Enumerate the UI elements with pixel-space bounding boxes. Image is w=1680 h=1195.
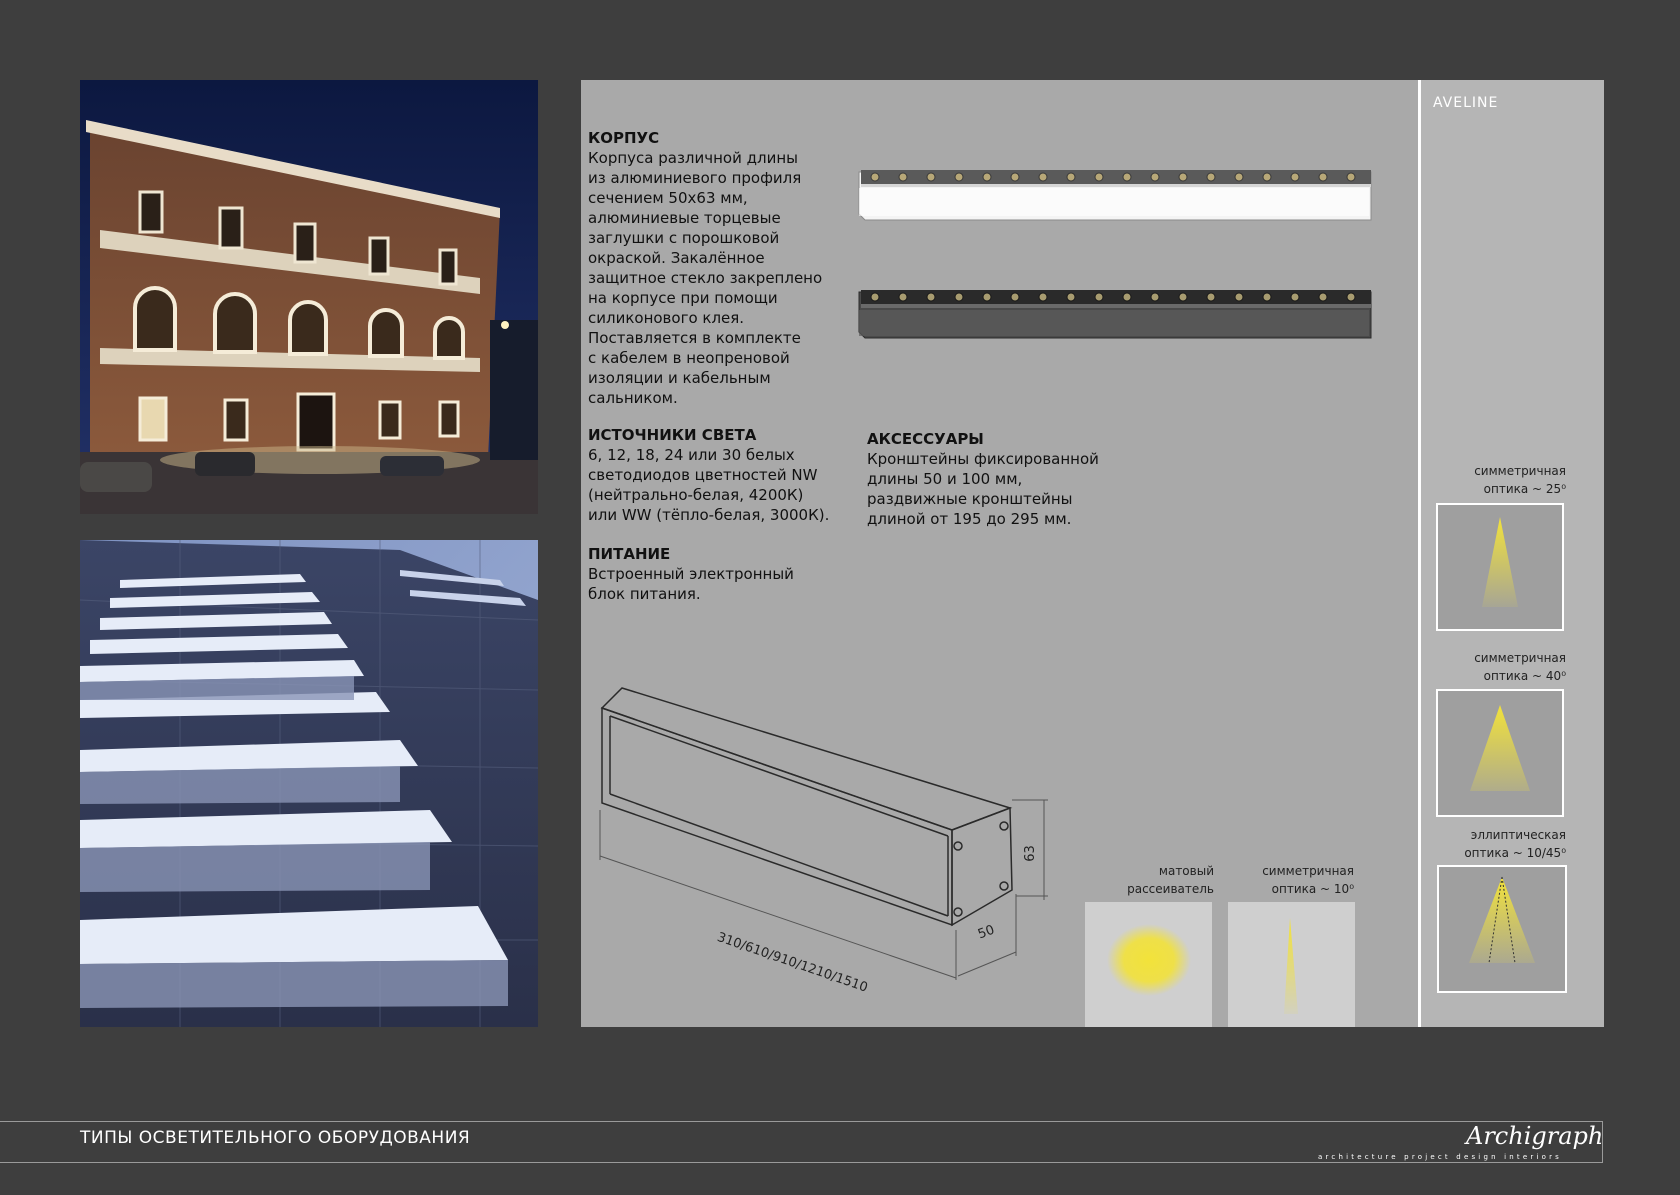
section-power-text: Встроенный электронный блок питания. [588, 565, 794, 603]
optic-sym10-swatch [1228, 902, 1355, 1027]
section-light: ИСТОЧНИКИ СВЕТА 6, 12, 18, 24 или 30 бел… [588, 425, 838, 525]
optic-sym40-label: симметричная оптика ~ 40⁰ [1474, 651, 1566, 683]
luminaire-render-dark [855, 286, 1373, 352]
optic-ell-label: эллиптическая оптика ~ 10/45⁰ [1464, 828, 1566, 860]
optic-matte-swatch [1085, 902, 1212, 1027]
dimension-drawing [592, 680, 1062, 994]
optic-ell-diagram [1437, 865, 1567, 993]
section-body-title: КОРПУС [588, 129, 660, 147]
section-body: КОРПУС Корпуса различной длины из алюмин… [588, 128, 828, 408]
footer-tagline: architecture project design interiors [1318, 1153, 1563, 1161]
section-accessories-text: Кронштейны фиксированной длины 50 и 100 … [867, 450, 1099, 528]
archigraph-logo: Archigraph [1466, 1122, 1604, 1150]
photo-building-night [80, 80, 538, 514]
footer-title: ТИПЫ ОСВЕТИТЕЛЬНОГО ОБОРУДОВАНИЯ [80, 1128, 471, 1148]
optic-matte-label: матовый рассеиватель [1127, 864, 1214, 896]
brand-label: AVELINE [1433, 95, 1499, 111]
optic-sym25-label: симметричная оптика ~ 25⁰ [1474, 464, 1566, 496]
section-body-text: Корпуса различной длины из алюминиевого … [588, 149, 823, 407]
luminaire-render-white [855, 164, 1373, 230]
photo-facade-ledges [80, 540, 538, 1027]
section-light-title: ИСТОЧНИКИ СВЕТА [588, 426, 757, 444]
section-power-title: ПИТАНИЕ [588, 545, 671, 563]
section-light-text: 6, 12, 18, 24 или 30 белых светодиодов ц… [588, 446, 830, 524]
section-accessories: АКСЕССУАРЫ Кронштейны фиксированной длин… [867, 429, 1117, 529]
sidebar-divider [1418, 80, 1421, 1027]
optic-sym40-diagram [1436, 689, 1564, 817]
section-power: ПИТАНИЕ Встроенный электронный блок пита… [588, 544, 828, 604]
optic-sym10-label: симметричная оптика ~ 10⁰ [1262, 864, 1354, 896]
optic-sym25-diagram [1436, 503, 1564, 631]
section-accessories-title: АКСЕССУАРЫ [867, 430, 984, 448]
dimension-height-label: 63 [1022, 845, 1038, 862]
